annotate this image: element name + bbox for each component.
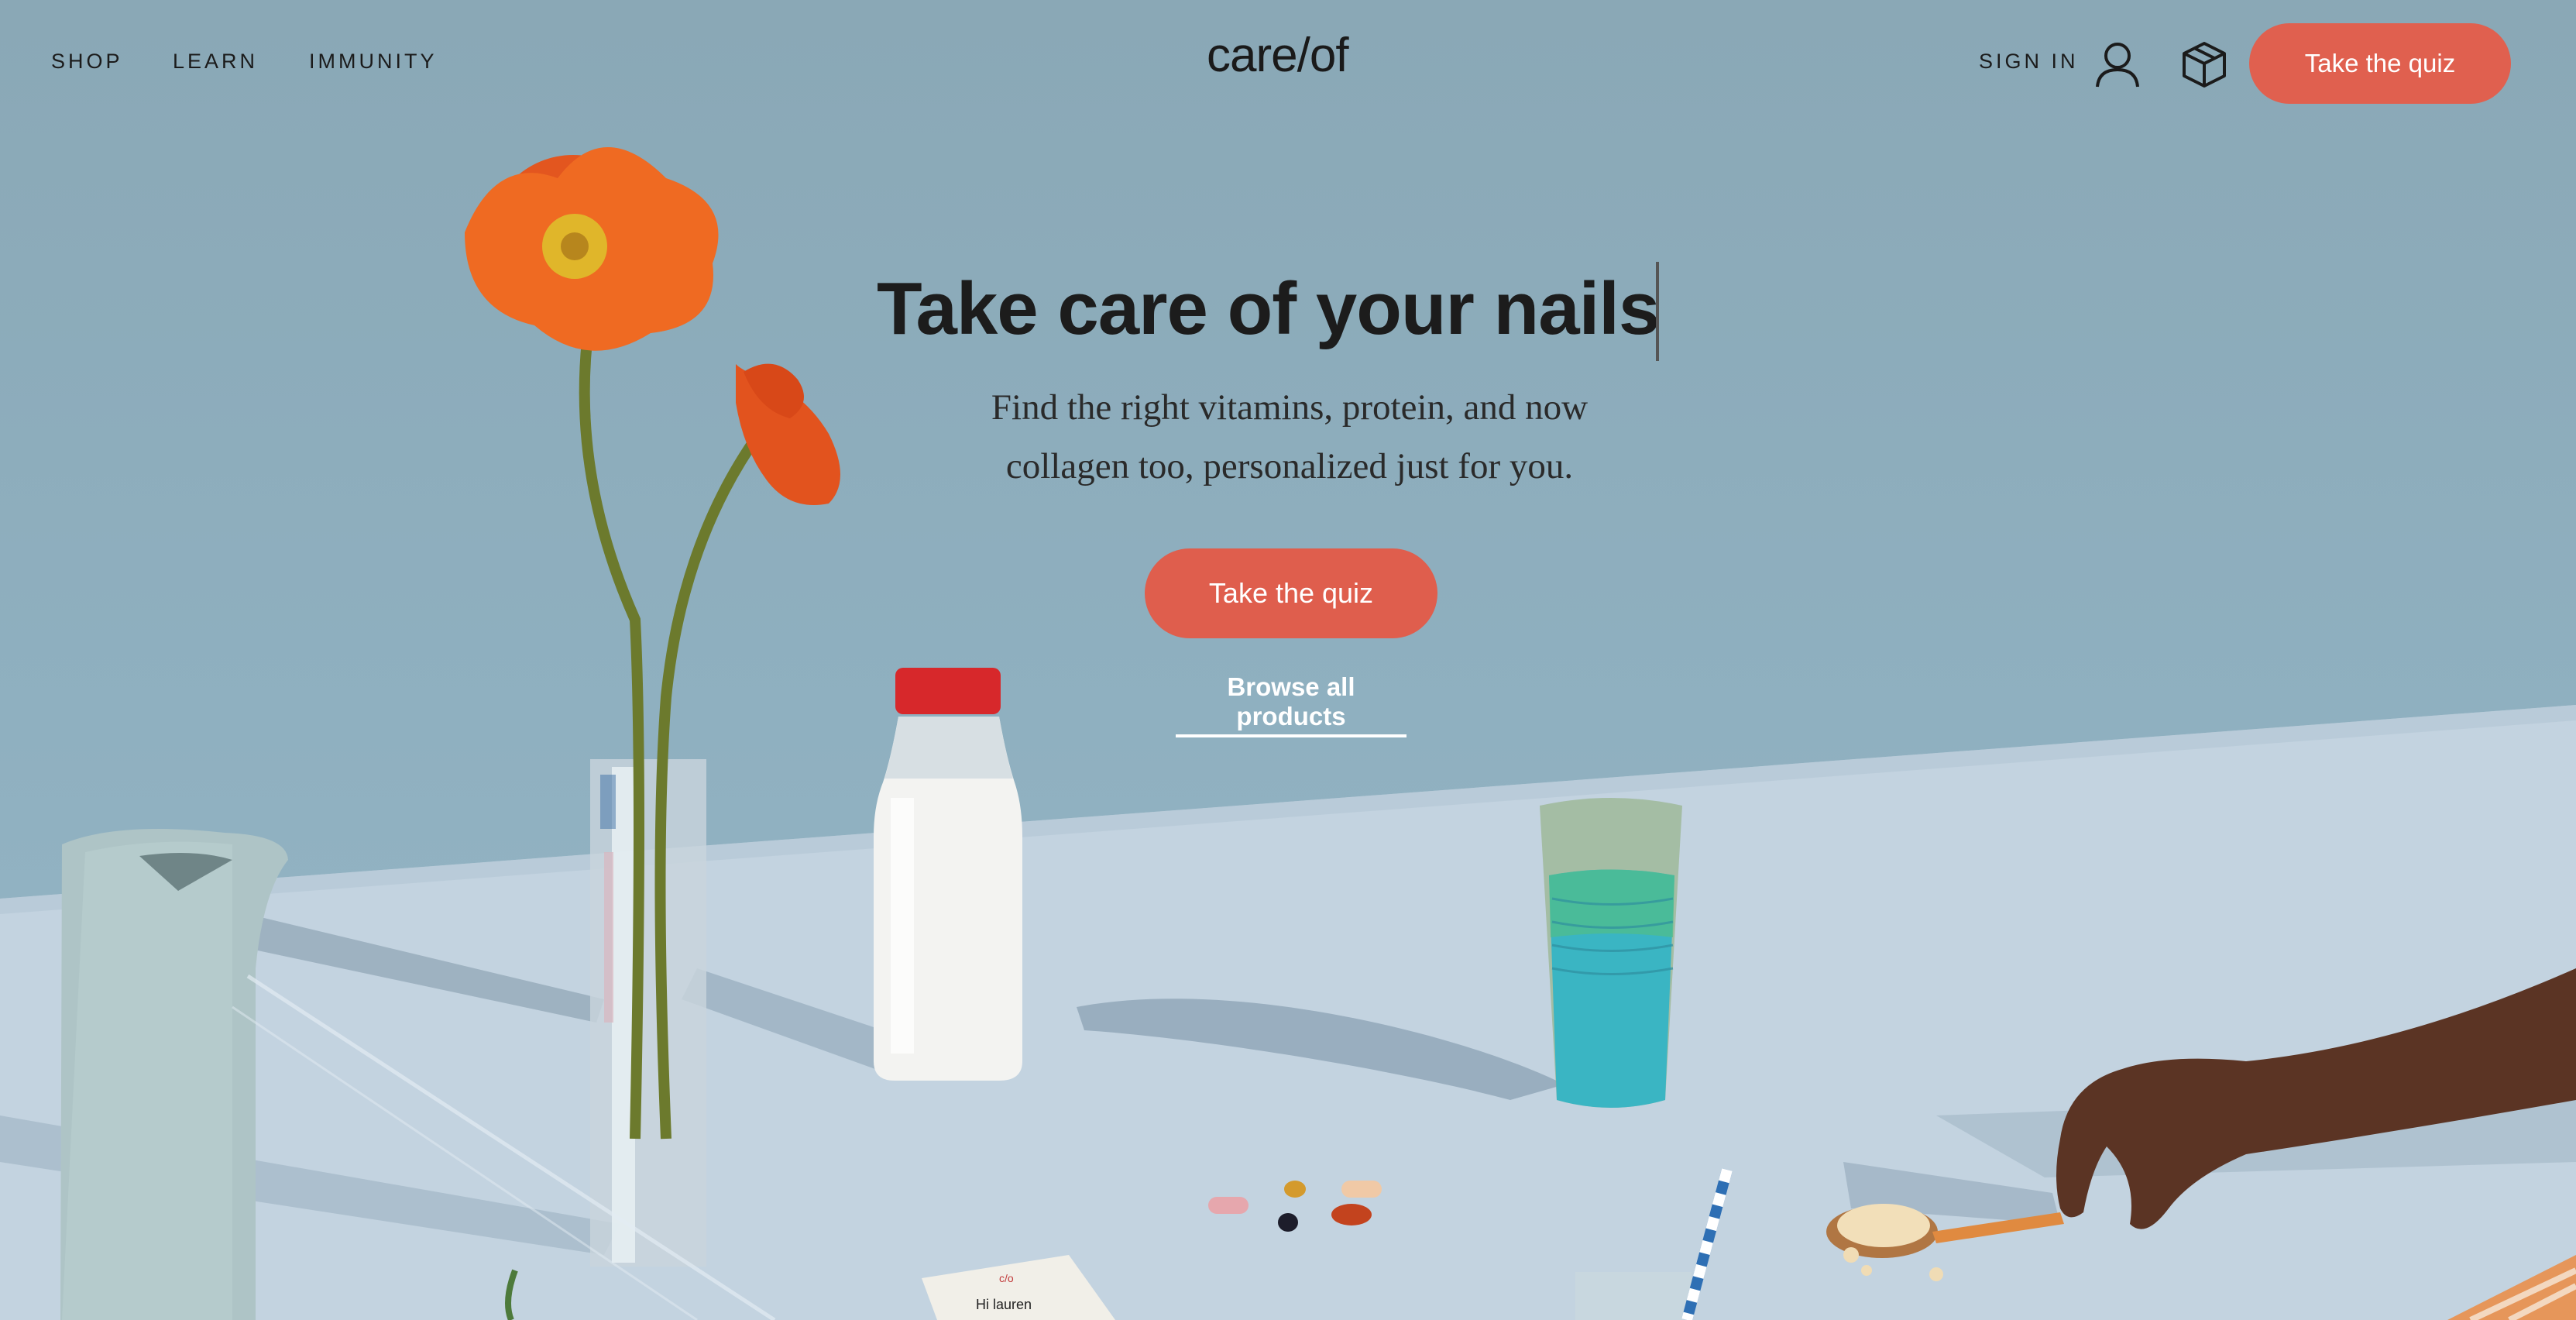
hero-subtitle-line-2: collagen too, personalized just for you. (1005, 446, 1574, 486)
browse-products-link[interactable]: Browse all products (1176, 672, 1406, 737)
hero-background: c/o Hi lauren (0, 0, 2576, 1320)
pitcher (60, 829, 288, 1320)
water-glass (1540, 798, 1682, 1108)
milk-bottle (874, 668, 1022, 1081)
nav-learn[interactable]: LEARN (173, 50, 258, 74)
take-quiz-hero-button[interactable]: Take the quiz (1145, 548, 1437, 638)
text-caret (1656, 262, 1659, 361)
nav-shop[interactable]: SHOP (51, 50, 123, 74)
poppy-small (736, 363, 840, 505)
hero-subtitle: Find the right vitamins, protein, and no… (883, 378, 1696, 496)
take-quiz-nav-button[interactable]: Take the quiz (2249, 23, 2511, 104)
poppy-large (465, 147, 719, 351)
box-icon[interactable] (2181, 40, 2227, 92)
top-nav: SHOP LEARN IMMUNITY care/of SIGN IN Take… (0, 0, 2576, 128)
logo[interactable]: care/of (1207, 28, 1349, 83)
hero-title: Take care of your nails (877, 267, 1660, 350)
svg-text:Hi lauren: Hi lauren (976, 1297, 1032, 1312)
sign-in-link[interactable]: SIGN IN (1979, 50, 2079, 74)
vase (590, 759, 706, 1267)
user-icon[interactable] (2094, 40, 2141, 92)
nav-immunity[interactable]: IMMUNITY (309, 50, 437, 74)
hero-subtitle-line-1: Find the right vitamins, protein, and no… (991, 387, 1589, 428)
svg-text:c/o: c/o (999, 1272, 1014, 1284)
still-life-illustration: c/o Hi lauren (0, 147, 2576, 1320)
